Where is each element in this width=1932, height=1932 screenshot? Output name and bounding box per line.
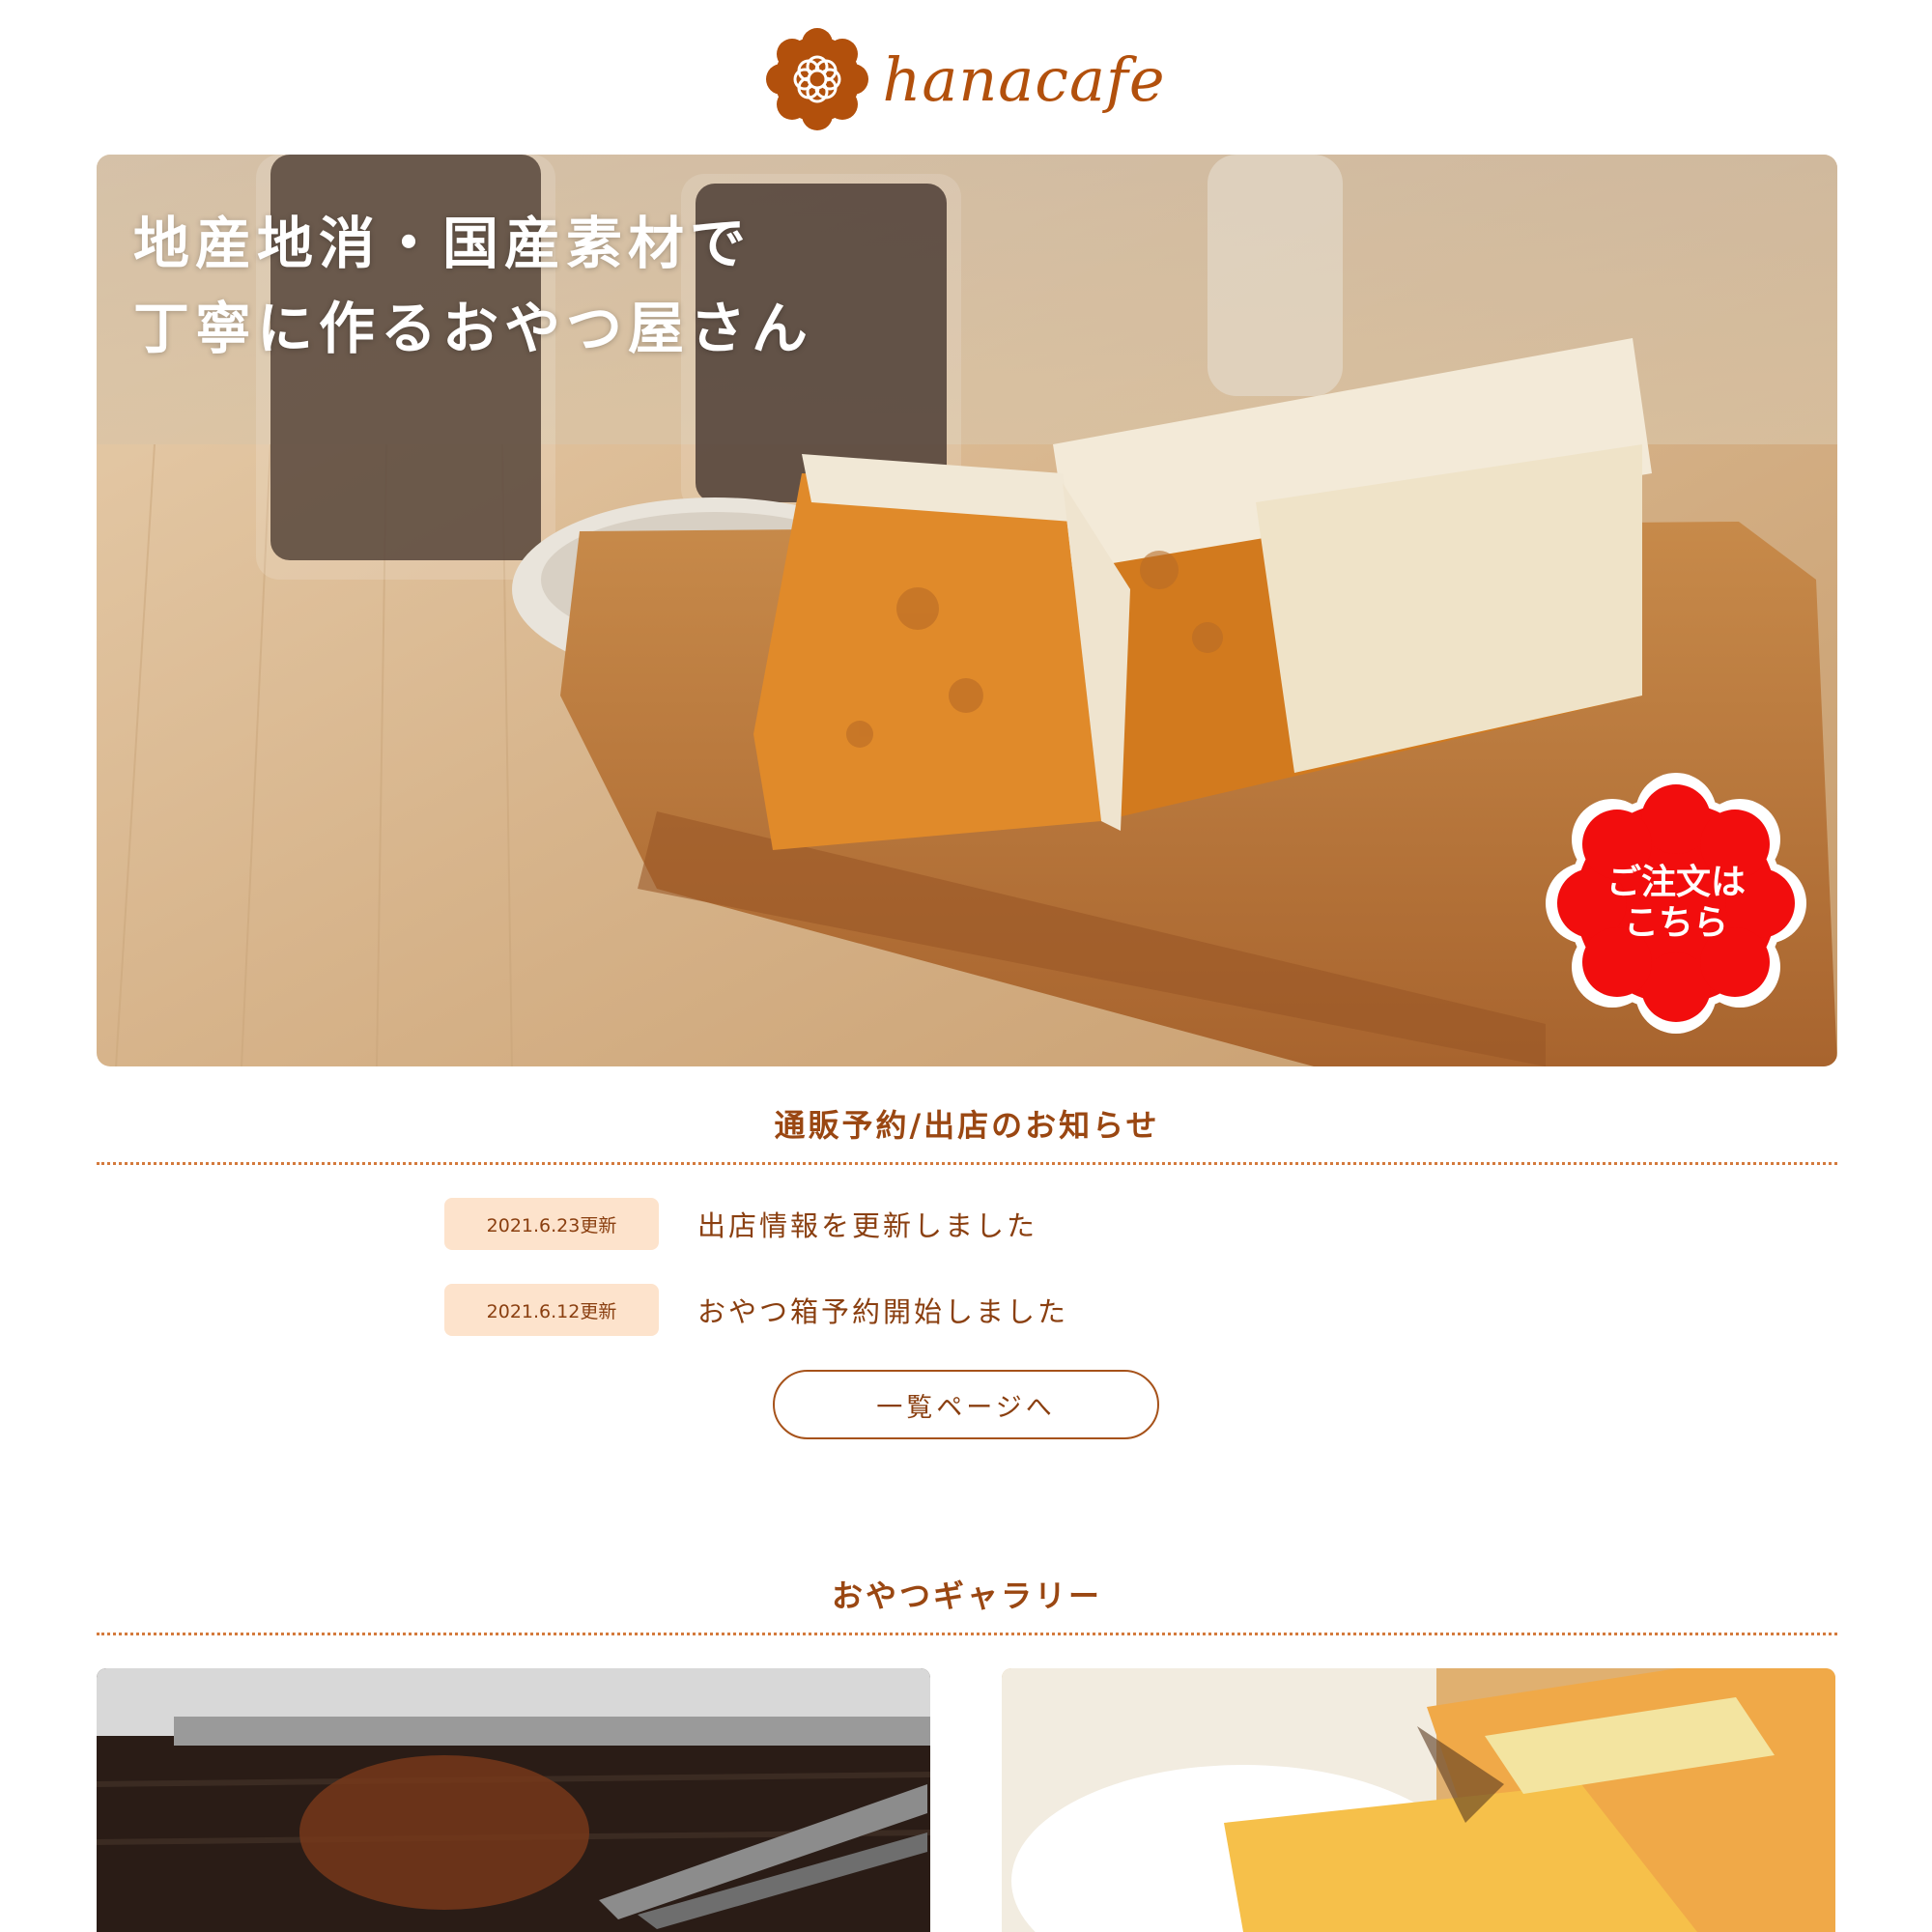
site-logo[interactable]: hanacafe xyxy=(0,21,1932,137)
news-list-button[interactable]: 一覧ページへ xyxy=(773,1370,1159,1439)
order-button-line2: こちら xyxy=(1623,903,1728,943)
hero-banner: 地産地消・国産素材で 丁寧に作るおやつ屋さん ご注文は こちら xyxy=(97,155,1837,1066)
news-divider xyxy=(97,1162,1837,1165)
gallery-image-cheesecake[interactable] xyxy=(1002,1668,1835,1932)
gallery-divider xyxy=(97,1633,1837,1635)
news-item[interactable]: 2021.6.23更新 出店情報を更新しました xyxy=(444,1198,1037,1250)
news-date-badge: 2021.6.12更新 xyxy=(444,1284,659,1336)
logo-text: hanacafe xyxy=(882,43,1166,115)
news-link[interactable]: 出店情報を更新しました xyxy=(697,1204,1037,1244)
news-date-badge: 2021.6.23更新 xyxy=(444,1198,659,1250)
order-button-line1: ご注文は xyxy=(1605,863,1746,902)
gallery-section-title: おやつギャラリー xyxy=(831,1577,1102,1614)
hero-heading: 地産地消・国産素材で 丁寧に作るおやつ屋さん xyxy=(133,201,813,371)
news-item[interactable]: 2021.6.12更新 おやつ箱予約開始しました xyxy=(444,1284,1068,1336)
flower-icon xyxy=(766,28,869,130)
gallery-image-oven[interactable] xyxy=(97,1668,930,1932)
order-button[interactable]: ご注文は こちら xyxy=(1546,773,1806,1034)
news-link[interactable]: おやつ箱予約開始しました xyxy=(697,1290,1068,1330)
hero-heading-line1: 地産地消・国産素材で xyxy=(133,211,753,276)
hero-heading-line2: 丁寧に作るおやつ屋さん xyxy=(133,296,814,361)
news-section-title: 通販予約/出店のお知らせ xyxy=(774,1107,1160,1144)
